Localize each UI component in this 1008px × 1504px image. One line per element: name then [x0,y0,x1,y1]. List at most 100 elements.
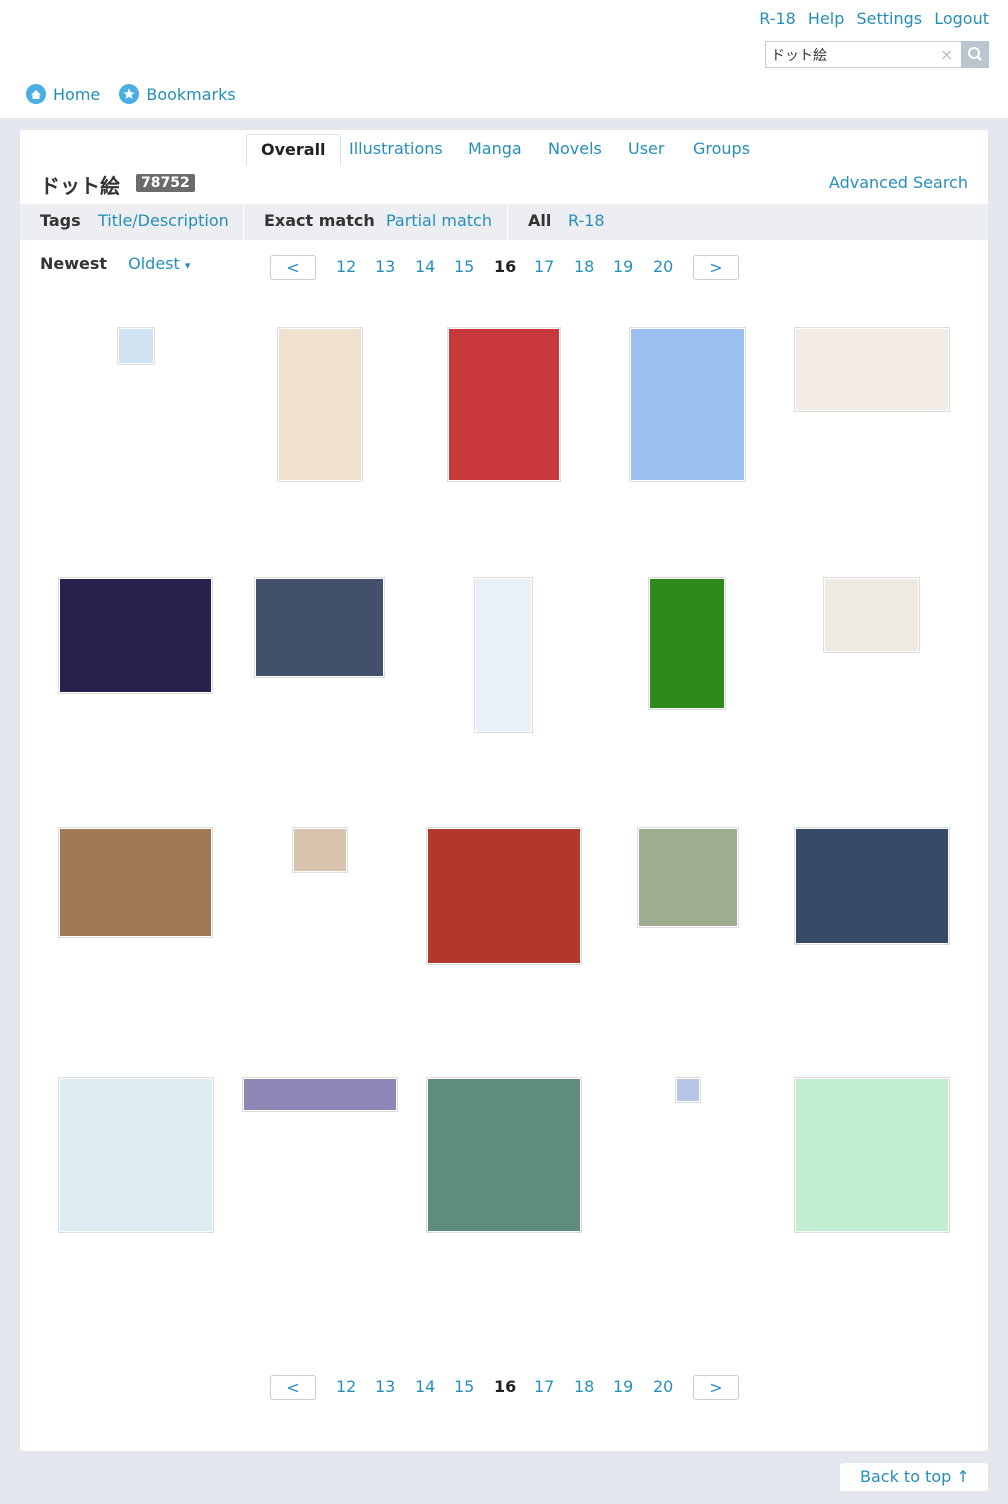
filter-exact-match[interactable]: Exact match [264,211,375,230]
page-link[interactable]: 19 [613,1377,633,1396]
sort-oldest-label: Oldest [128,254,180,273]
page-link[interactable]: 14 [415,257,435,276]
artwork-thumbnail[interactable] [58,577,213,694]
back-to-top-button[interactable]: Back to top ↑ [840,1463,988,1491]
artwork-thumbnail[interactable] [277,327,363,482]
tab-overall[interactable]: Overall [246,134,341,166]
thumbnail-image [639,829,737,926]
tab-user[interactable]: User [628,134,664,166]
result-count-badge: 78752 [136,174,195,192]
next-page-button[interactable]: > [693,255,739,280]
advanced-search-link[interactable]: Advanced Search [829,173,968,192]
main-nav: Home Bookmarks [26,84,250,108]
search-box: × [765,41,989,68]
thumbnail-image [650,579,724,708]
page-link[interactable]: 13 [375,1377,395,1396]
next-page-button[interactable]: > [693,1375,739,1400]
filter-r18[interactable]: R-18 [568,211,605,230]
star-icon [119,84,140,104]
help-link[interactable]: Help [808,9,844,28]
artwork-thumbnail[interactable] [58,1077,214,1233]
home-icon [26,84,46,104]
page-link[interactable]: 18 [574,257,594,276]
page-link[interactable]: 12 [336,257,356,276]
search-icon [968,47,982,61]
sort-newest[interactable]: Newest [40,254,107,273]
artwork-thumbnail[interactable] [117,327,155,365]
artwork-thumbnail[interactable] [823,577,920,653]
prev-page-button[interactable]: < [270,255,316,280]
page-link[interactable]: 19 [613,257,633,276]
thumbnail-image [677,1079,699,1101]
artwork-thumbnail[interactable] [426,1077,582,1233]
page-link[interactable]: 17 [534,257,554,276]
artwork-thumbnail[interactable] [58,827,213,938]
artwork-thumbnail[interactable] [675,1077,701,1103]
artwork-thumbnail[interactable] [292,827,348,873]
nav-home-label: Home [53,84,101,104]
prev-page-button[interactable]: < [270,1375,316,1400]
nav-home[interactable]: Home [26,84,100,104]
dropdown-arrow-icon: ▾ [184,259,191,272]
artwork-thumbnail[interactable] [794,1077,950,1233]
settings-link[interactable]: Settings [857,9,923,28]
search-button[interactable] [961,41,989,68]
filter-all[interactable]: All [528,211,551,230]
artwork-thumbnail[interactable] [629,327,746,482]
artwork-thumbnail[interactable] [447,327,561,482]
clear-search-icon[interactable]: × [940,45,953,64]
thumbnail-image [60,579,211,692]
filter-divider [243,204,244,240]
page-link[interactable]: 13 [375,257,395,276]
tag-title: ドット絵 [40,174,120,198]
page-link[interactable]: 15 [454,1377,474,1396]
thumbnail-image [60,829,211,936]
filter-tags[interactable]: Tags [40,211,81,230]
thumbnail-image [796,829,948,943]
artwork-thumbnail[interactable] [254,577,385,678]
tab-novels[interactable]: Novels [548,134,602,166]
artwork-thumbnail[interactable] [637,827,739,928]
page-link[interactable]: 20 [653,257,673,276]
thumbnail-image [631,329,744,480]
page-link[interactable]: 18 [574,1377,594,1396]
thumbnail-image [60,1079,212,1231]
thumbnail-image [428,1079,580,1231]
filter-divider [507,204,508,240]
nav-bookmarks[interactable]: Bookmarks [119,84,236,104]
thumbnail-image [294,829,346,871]
sort-options: Newest Oldest ▾ [40,254,190,273]
artwork-thumbnail[interactable] [474,577,533,733]
artwork-thumbnail[interactable] [794,827,950,945]
manga-thumbnail[interactable] [426,827,582,965]
thumbnail-image [428,829,580,963]
thumbnail-image [256,579,383,676]
thumbnail-image [244,1079,396,1110]
page-link[interactable]: 17 [534,1377,554,1396]
filter-bar: Tags Title/Description Exact match Parti… [20,204,988,240]
artwork-thumbnail[interactable] [794,327,950,412]
thumbnail-image [119,329,153,363]
nav-bookmarks-label: Bookmarks [146,84,236,104]
tab-groups[interactable]: Groups [693,134,750,166]
search-results-panel: Overall Illustrations Manga Novels User … [20,130,988,1451]
thumbnail-image [279,329,361,480]
filter-partial-match[interactable]: Partial match [386,211,492,230]
tab-manga[interactable]: Manga [468,134,522,166]
r18-link[interactable]: R-18 [759,9,796,28]
sort-oldest[interactable]: Oldest ▾ [128,254,190,273]
current-page: 16 [494,1377,517,1396]
thumbnail-image [825,579,918,651]
filter-title-description[interactable]: Title/Description [98,211,229,230]
thumbnail-image [796,329,948,410]
tab-illustrations[interactable]: Illustrations [349,134,443,166]
logout-link[interactable]: Logout [934,9,989,28]
artwork-thumbnail[interactable] [242,1077,398,1112]
page-link[interactable]: 20 [653,1377,673,1396]
page-link[interactable]: 15 [454,257,474,276]
artwork-thumbnail[interactable] [648,577,726,710]
thumbnail-image [449,329,559,480]
search-input[interactable] [765,41,961,68]
page-link[interactable]: 12 [336,1377,356,1396]
page-link[interactable]: 14 [415,1377,435,1396]
